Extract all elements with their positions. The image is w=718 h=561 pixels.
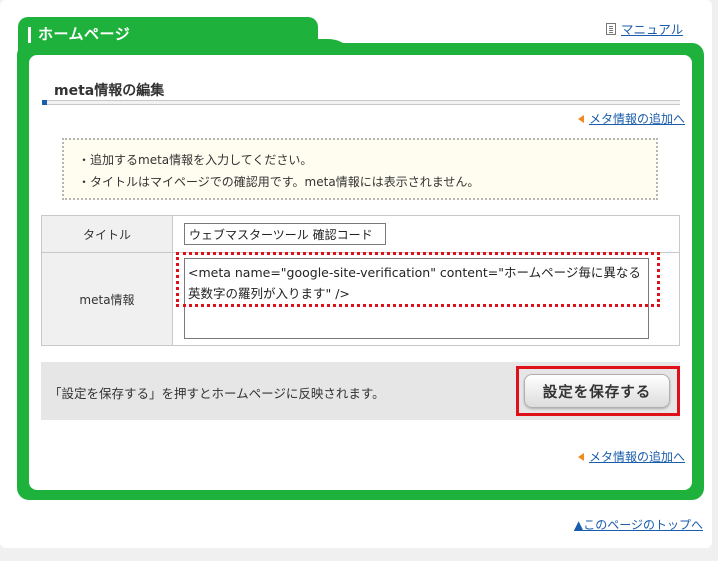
page-top-link[interactable]: ▲このページのトップへ	[574, 516, 703, 533]
header-bar-accent	[28, 27, 31, 43]
add-meta-link-bottom[interactable]: メタ情報の追加へ	[578, 448, 685, 465]
manual-link-label[interactable]: マニュアル	[621, 19, 683, 38]
title-input[interactable]	[184, 223, 386, 245]
add-meta-link-top-label[interactable]: メタ情報の追加へ	[589, 110, 685, 127]
save-area: 「設定を保存する」を押すとホームページに反映されます。 設定を保存する	[41, 362, 680, 420]
document-icon	[606, 22, 616, 35]
add-meta-link-bottom-label[interactable]: メタ情報の追加へ	[589, 448, 685, 465]
section-title: meta情報の編集	[54, 83, 165, 99]
save-description: 「設定を保存する」を押すとホームページに反映されます。	[49, 386, 385, 401]
meta-label: meta情報	[42, 253, 173, 345]
meta-textarea[interactable]: <meta name="google-site-verification" co…	[184, 258, 649, 339]
arrow-left-icon	[578, 114, 584, 123]
manual-link[interactable]: マニュアル	[606, 19, 683, 38]
save-button[interactable]: 設定を保存する	[524, 374, 670, 408]
section-divider	[42, 100, 680, 105]
form-row-title: タイトル	[42, 216, 679, 253]
notice-line-2: ・タイトルはマイページでの確認用です。meta情報には表示されません。	[78, 175, 480, 189]
title-label: タイトル	[42, 216, 173, 252]
notice-box: ・追加するmeta情報を入力してください。 ・タイトルはマイページでの確認用です…	[62, 138, 658, 200]
meta-form-table: タイトル meta情報 <meta name="google-site-veri…	[41, 215, 680, 346]
notice-line-1: ・追加するmeta情報を入力してください。	[78, 153, 313, 167]
form-row-meta: meta情報 <meta name="google-site-verificat…	[42, 253, 679, 345]
arrow-left-icon	[578, 452, 584, 461]
header-title: ホームページ	[38, 25, 131, 43]
section-divider-accent	[42, 100, 47, 105]
add-meta-link-top[interactable]: メタ情報の追加へ	[578, 110, 685, 127]
